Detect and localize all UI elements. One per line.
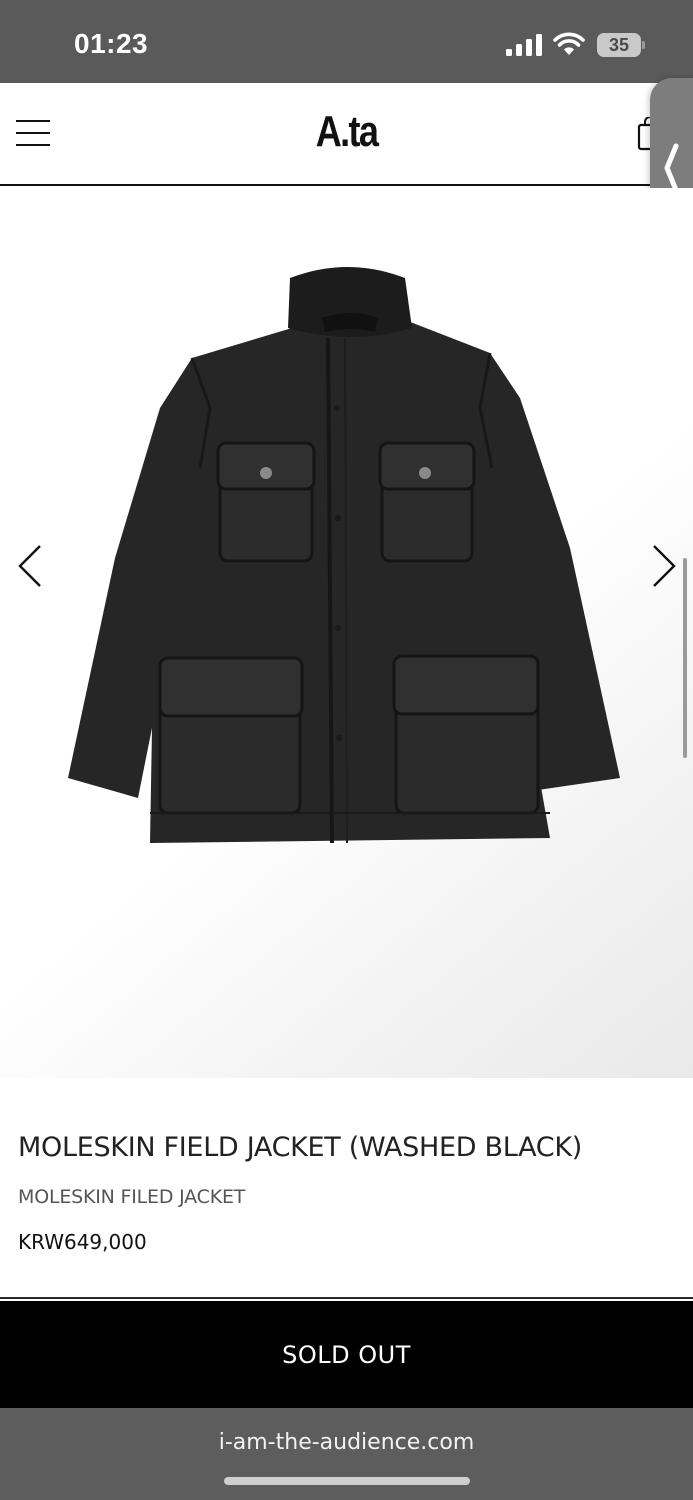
sold-out-button[interactable]: SOLD OUT xyxy=(0,1301,693,1408)
browser-address-bar[interactable]: i-am-the-audience.com xyxy=(0,1408,693,1500)
battery-icon: 35 xyxy=(597,33,645,57)
chevron-left-icon xyxy=(664,143,679,193)
signal-icon xyxy=(506,34,542,56)
chevron-left-icon[interactable] xyxy=(14,542,48,590)
site-logo[interactable]: A.ta xyxy=(62,107,630,157)
divider xyxy=(0,1297,693,1299)
product-price: KRW649,000 xyxy=(18,1230,147,1254)
scrollbar[interactable] xyxy=(683,558,687,758)
home-indicator xyxy=(224,1477,470,1485)
hamburger-menu-icon[interactable] xyxy=(16,119,50,147)
product-name: MOLESKIN FIELD JACKET (WASHED BLACK) xyxy=(18,1132,582,1163)
url-text[interactable]: i-am-the-audience.com xyxy=(0,1430,693,1455)
wifi-icon xyxy=(553,32,585,55)
status-time: 01:23 xyxy=(74,28,149,59)
product-image[interactable] xyxy=(60,258,635,848)
product-gallery xyxy=(0,188,693,1078)
battery-level: 35 xyxy=(608,35,630,55)
status-bar: 01:23 35 xyxy=(0,0,693,83)
product-subtitle: MOLESKIN FILED JACKET xyxy=(18,1186,246,1208)
site-header: A.ta xyxy=(0,83,693,186)
chevron-right-icon[interactable] xyxy=(646,542,680,590)
